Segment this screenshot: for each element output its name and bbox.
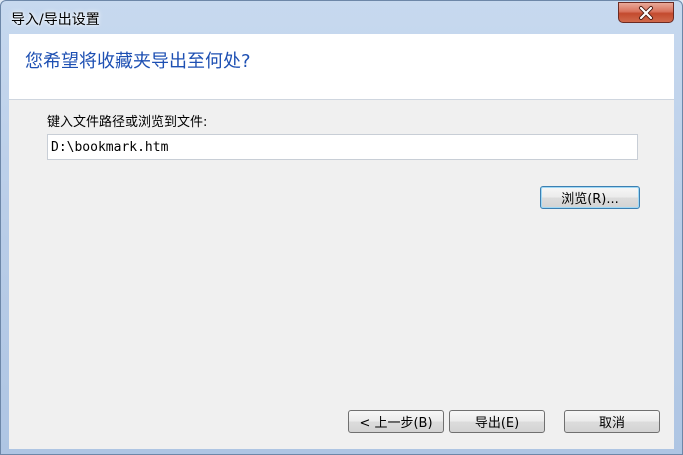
header-panel: 您希望将收藏夹导出至何处? — [9, 34, 674, 100]
export-button[interactable]: 导出(E) — [449, 410, 545, 433]
import-export-dialog: 导入/导出设置 您希望将收藏夹导出至何处? 键入文件路径或浏览到文件: 浏览(R… — [0, 0, 683, 455]
file-path-label: 键入文件路径或浏览到文件: — [47, 115, 208, 130]
browse-button[interactable]: 浏览(R)... — [540, 186, 640, 209]
close-button[interactable] — [618, 2, 674, 23]
title-bar: 导入/导出设置 — [1, 1, 682, 33]
back-button[interactable]: < 上一步(B) — [348, 410, 444, 433]
cancel-button[interactable]: 取消 — [564, 410, 660, 433]
page-title: 您希望将收藏夹导出至何处? — [25, 51, 251, 72]
window-title: 导入/导出设置 — [11, 12, 100, 28]
content-panel: 键入文件路径或浏览到文件: 浏览(R)... < 上一步(B) 导出(E) 取消 — [9, 100, 674, 449]
close-icon — [639, 5, 653, 20]
file-path-input[interactable] — [47, 134, 638, 160]
